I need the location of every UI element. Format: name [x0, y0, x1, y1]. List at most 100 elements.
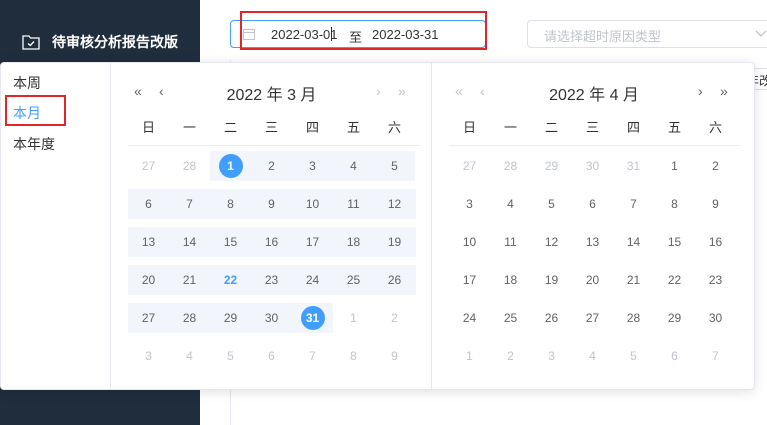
- calendar-day[interactable]: 16: [251, 227, 292, 257]
- timeout-reason-select[interactable]: 请选择超时原因类型: [527, 20, 767, 48]
- calendar-day[interactable]: 17: [292, 227, 333, 257]
- calendar-day[interactable]: 27: [572, 303, 613, 333]
- calendar-day[interactable]: 27: [128, 303, 169, 333]
- calendar-day[interactable]: 14: [613, 227, 654, 257]
- calendar-day[interactable]: 30: [572, 151, 613, 181]
- calendar-day[interactable]: 4: [169, 341, 210, 371]
- calendar-day[interactable]: 2: [251, 151, 292, 181]
- calendar-day[interactable]: 4: [490, 189, 531, 219]
- calendar-day[interactable]: 7: [613, 189, 654, 219]
- day-number: 28: [626, 311, 641, 325]
- calendar-day[interactable]: 5: [210, 341, 251, 371]
- calendar-day[interactable]: 22: [654, 265, 695, 295]
- calendar-day[interactable]: 10: [449, 227, 490, 257]
- calendar-day-selected[interactable]: 31: [292, 303, 333, 333]
- calendar-day[interactable]: 18: [333, 227, 374, 257]
- calendar-day[interactable]: 1: [449, 341, 490, 371]
- range-end-value[interactable]: 2022-03-31: [372, 27, 439, 42]
- calendar-day[interactable]: 11: [333, 189, 374, 219]
- calendar-day[interactable]: 8: [333, 341, 374, 371]
- double-chevron-right-icon[interactable]: »: [720, 83, 728, 99]
- calendar-day[interactable]: 14: [169, 227, 210, 257]
- calendar-day[interactable]: 18: [490, 265, 531, 295]
- calendar-day[interactable]: 6: [251, 341, 292, 371]
- calendar-day[interactable]: 28: [169, 303, 210, 333]
- calendar-day[interactable]: 26: [374, 265, 415, 295]
- calendar-day[interactable]: 30: [251, 303, 292, 333]
- calendar-day[interactable]: 5: [613, 341, 654, 371]
- calendar-day[interactable]: 1: [654, 151, 695, 181]
- calendar-day[interactable]: 8: [210, 189, 251, 219]
- calendar-day[interactable]: 27: [449, 151, 490, 181]
- shortcut-this-week[interactable]: 本周: [13, 73, 41, 93]
- calendar-day[interactable]: 19: [531, 265, 572, 295]
- calendar-day[interactable]: 12: [531, 227, 572, 257]
- calendar-day[interactable]: 27: [128, 151, 169, 181]
- calendar-day[interactable]: 1: [333, 303, 374, 333]
- calendar-day[interactable]: 7: [695, 341, 736, 371]
- calendar-day[interactable]: 23: [695, 265, 736, 295]
- calendar-day[interactable]: 13: [128, 227, 169, 257]
- calendar-day[interactable]: 6: [572, 189, 613, 219]
- calendar-day[interactable]: 17: [449, 265, 490, 295]
- calendar-day[interactable]: 23: [251, 265, 292, 295]
- calendar-day[interactable]: 7: [292, 341, 333, 371]
- date-range-input[interactable]: 2022-03-01 至 2022-03-31: [230, 20, 486, 48]
- calendar-day[interactable]: 9: [374, 341, 415, 371]
- calendar-day[interactable]: 5: [374, 151, 415, 181]
- calendar-day[interactable]: 15: [210, 227, 251, 257]
- calendar-day[interactable]: 11: [490, 227, 531, 257]
- calendar-day[interactable]: 29: [531, 151, 572, 181]
- calendar-day[interactable]: 30: [695, 303, 736, 333]
- calendar-day[interactable]: 25: [490, 303, 531, 333]
- calendar-day[interactable]: 3: [531, 341, 572, 371]
- calendar-day[interactable]: 29: [654, 303, 695, 333]
- calendar-day[interactable]: 2: [695, 151, 736, 181]
- select-placeholder: 请选择超时原因类型: [544, 29, 662, 44]
- calendar-day[interactable]: 6: [654, 341, 695, 371]
- shortcut-this-year[interactable]: 本年度: [13, 134, 55, 154]
- calendar-day[interactable]: 28: [169, 151, 210, 181]
- chevron-right-icon[interactable]: ›: [698, 83, 703, 99]
- calendar-day[interactable]: 24: [449, 303, 490, 333]
- calendar-day[interactable]: 4: [333, 151, 374, 181]
- calendar-day[interactable]: 26: [531, 303, 572, 333]
- calendar-day[interactable]: 9: [251, 189, 292, 219]
- calendar-day[interactable]: 20: [572, 265, 613, 295]
- shortcut-this-month[interactable]: 本月: [13, 103, 41, 123]
- chevron-right-icon[interactable]: ›: [376, 83, 381, 99]
- calendar-day[interactable]: 31: [613, 151, 654, 181]
- calendar-day[interactable]: 10: [292, 189, 333, 219]
- calendar-day[interactable]: 3: [449, 189, 490, 219]
- calendar-day[interactable]: 3: [128, 341, 169, 371]
- calendar-day[interactable]: 2: [490, 341, 531, 371]
- calendar-day[interactable]: 12: [374, 189, 415, 219]
- calendar-day[interactable]: 4: [572, 341, 613, 371]
- calendar-day[interactable]: 25: [333, 265, 374, 295]
- sidebar-item-report[interactable]: 待审核分析报告改版: [22, 32, 178, 52]
- calendar-day[interactable]: 21: [613, 265, 654, 295]
- calendar-day[interactable]: 20: [128, 265, 169, 295]
- range-start-value[interactable]: 2022-03-01: [271, 27, 338, 42]
- calendar-day[interactable]: 6: [128, 189, 169, 219]
- calendar-day-today[interactable]: 22: [210, 265, 251, 295]
- calendar-day[interactable]: 13: [572, 227, 613, 257]
- calendar-day-selected[interactable]: 1: [210, 151, 251, 181]
- text-caret: [331, 27, 332, 41]
- day-number: 22: [667, 273, 682, 287]
- calendar-day[interactable]: 28: [613, 303, 654, 333]
- calendar-day[interactable]: 3: [292, 151, 333, 181]
- calendar-day[interactable]: 7: [169, 189, 210, 219]
- calendar-day[interactable]: 16: [695, 227, 736, 257]
- calendar-day[interactable]: 24: [292, 265, 333, 295]
- calendar-day[interactable]: 15: [654, 227, 695, 257]
- calendar-day[interactable]: 9: [695, 189, 736, 219]
- calendar-day[interactable]: 2: [374, 303, 415, 333]
- calendar-day[interactable]: 21: [169, 265, 210, 295]
- calendar-day[interactable]: 5: [531, 189, 572, 219]
- double-chevron-right-icon[interactable]: »: [398, 83, 406, 99]
- calendar-day[interactable]: 28: [490, 151, 531, 181]
- calendar-day[interactable]: 8: [654, 189, 695, 219]
- calendar-day[interactable]: 29: [210, 303, 251, 333]
- calendar-day[interactable]: 19: [374, 227, 415, 257]
